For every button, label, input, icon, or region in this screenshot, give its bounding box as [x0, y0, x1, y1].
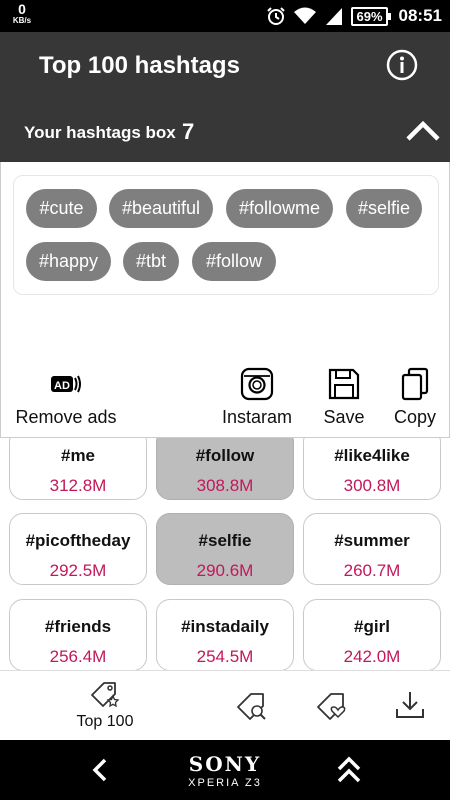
status-bar: 0 KB/s 69% 08:51: [0, 0, 450, 32]
hashtag-card-selected[interactable]: #follow 308.8M: [156, 438, 294, 500]
hashtag-card-tag: #instadaily: [181, 617, 269, 636]
hashtag-card-count: 254.5M: [196, 647, 254, 666]
hashtag-card-tag: #friends: [44, 617, 112, 636]
tag-search-icon: [237, 693, 266, 720]
hashtag-card-count: 308.8M: [196, 476, 254, 495]
hashtag-chip[interactable]: #happy: [26, 242, 111, 281]
hashtag-card-tag: #follow: [195, 446, 255, 465]
hashtag-chip[interactable]: #beautiful: [109, 189, 213, 228]
nav-download[interactable]: [388, 671, 432, 741]
network-speed: 0 KB/s: [8, 2, 36, 25]
hashtag-card[interactable]: #friends 256.4M: [9, 599, 147, 670]
hashtag-card[interactable]: #like4like 300.8M: [303, 438, 441, 500]
instagram-icon: [240, 367, 274, 401]
hashtag-chip[interactable]: #followme: [226, 189, 333, 228]
svg-text:AD: AD: [54, 380, 70, 392]
hashtag-card-count: 256.4M: [49, 647, 107, 666]
hashtag-card-count: 300.8M: [343, 476, 401, 495]
network-speed-unit: KB/s: [12, 16, 32, 25]
copy-icon: [401, 367, 429, 401]
hashtag-card-tag: #summer: [334, 531, 410, 550]
hashtag-card[interactable]: #me 312.8M: [9, 438, 147, 500]
instagram-label: Instaram: [221, 407, 293, 427]
model-label: XPERIA Z3: [188, 777, 262, 789]
save-label: Save: [323, 407, 365, 427]
hashtag-card-tag: #girl: [354, 617, 390, 636]
download-icon: [396, 692, 424, 718]
instagram-button[interactable]: Instaram: [217, 367, 297, 428]
hashtag-box-panel: #cute #beautiful #followme #selfie #happ…: [0, 162, 450, 438]
brand-logo: SONY: [188, 752, 262, 776]
hashtag-card-count: 292.5M: [49, 561, 107, 580]
nav-search[interactable]: [230, 671, 274, 741]
hashtag-card-count: 312.8M: [49, 476, 107, 495]
tag-heart-icon: [317, 693, 346, 720]
copy-label: Copy: [393, 407, 437, 427]
hashtag-card[interactable]: #girl 242.0M: [303, 599, 441, 670]
nav-top100[interactable]: Top 100: [60, 671, 150, 741]
app-header: Top 100 hashtags Your hashtags box 7: [0, 32, 450, 162]
hashtag-card-count: 290.6M: [196, 561, 254, 580]
hashtag-box-count: 7: [182, 119, 195, 144]
remove-ads-button[interactable]: AD Remove ads: [13, 367, 119, 428]
nav-favorites[interactable]: [310, 671, 354, 741]
hashtag-chip[interactable]: #cute: [26, 189, 97, 228]
hashtag-card-count: 260.7M: [343, 561, 401, 580]
network-speed-value: 0: [18, 1, 26, 17]
save-icon: [328, 368, 360, 400]
alarm-icon: [267, 7, 286, 25]
wifi-icon: [294, 7, 317, 24]
save-button[interactable]: Save: [315, 367, 373, 428]
ad-block-icon: AD: [51, 375, 81, 393]
hashtag-card-selected[interactable]: #selfie 290.6M: [156, 513, 294, 585]
hashtag-card[interactable]: #instadaily 254.5M: [156, 599, 294, 670]
page-title: Top 100 hashtags: [39, 52, 240, 79]
bottom-nav: Top 100: [0, 670, 450, 740]
double-chevron-up-icon[interactable]: [336, 755, 362, 785]
remove-ads-label: Remove ads: [15, 407, 117, 427]
nav-top100-label: Top 100: [76, 713, 134, 730]
tag-star-icon: [91, 682, 120, 708]
hashtag-card-count: 242.0M: [343, 647, 401, 666]
hashtag-card-tag: #picoftheday: [25, 531, 131, 550]
signal-icon: [326, 8, 343, 25]
hashtag-card-tag: #selfie: [198, 531, 252, 550]
chevron-up-icon[interactable]: [405, 118, 441, 142]
clock: 08:51: [398, 6, 442, 25]
hashtag-chip[interactable]: #selfie: [346, 189, 422, 228]
hashtag-card-tag: #like4like: [334, 446, 410, 465]
hashtag-chip-container: #cute #beautiful #followme #selfie #happ…: [13, 175, 439, 295]
hashtag-card[interactable]: #summer 260.7M: [303, 513, 441, 585]
hashtag-card[interactable]: #picoftheday 292.5M: [9, 513, 147, 585]
hashtag-card-tag: #me: [60, 446, 96, 465]
hashtag-grid: #me 312.8M #follow 308.8M #like4like 300…: [0, 438, 450, 670]
hashtag-chip[interactable]: #tbt: [123, 242, 179, 281]
battery-icon: 69%: [351, 6, 391, 26]
info-icon[interactable]: [386, 49, 418, 81]
hashtag-box-label: Your hashtags box: [24, 123, 176, 142]
system-nav-bar: SONY XPERIA Z3: [0, 740, 450, 800]
copy-button[interactable]: Copy: [389, 367, 441, 428]
hashtag-chip[interactable]: #follow: [192, 242, 276, 281]
